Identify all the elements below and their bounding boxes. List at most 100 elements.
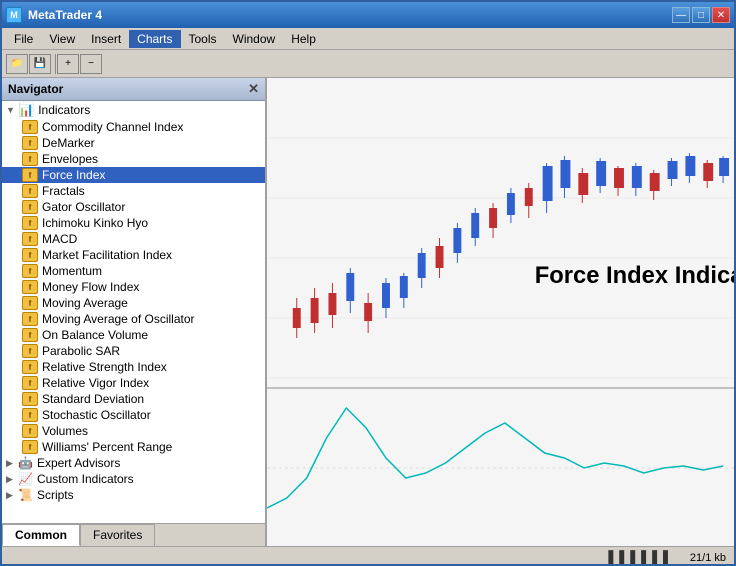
indicator-icon: f bbox=[22, 168, 38, 182]
nav-indicators-section[interactable]: ▼ 📊 Indicators bbox=[2, 101, 265, 119]
list-item[interactable]: f Moving Average bbox=[2, 295, 265, 311]
menu-charts[interactable]: Charts bbox=[129, 30, 180, 48]
list-item[interactable]: f Fractals bbox=[2, 183, 265, 199]
indicator-icon: f bbox=[22, 216, 38, 230]
indicators-label: Indicators bbox=[38, 103, 90, 117]
nav-expert-advisors[interactable]: ▶ 🤖 Expert Advisors bbox=[2, 455, 265, 471]
list-item[interactable]: f Relative Strength Index bbox=[2, 359, 265, 375]
main-layout: Navigator ✕ ▼ 📊 Indicators f Commodity C… bbox=[2, 78, 734, 546]
scripts-icon: 📜 bbox=[18, 488, 33, 502]
maximize-button[interactable]: □ bbox=[692, 7, 710, 23]
list-item[interactable]: f Ichimoku Kinko Hyo bbox=[2, 215, 265, 231]
navigator-close-button[interactable]: ✕ bbox=[248, 81, 259, 97]
ci-expand-icon[interactable]: ▶ bbox=[6, 474, 18, 485]
indicator-label: Commodity Channel Index bbox=[42, 120, 183, 134]
list-item[interactable]: f Standard Deviation bbox=[2, 391, 265, 407]
list-item[interactable]: f Volumes bbox=[2, 423, 265, 439]
list-item[interactable]: f Market Facilitation Index bbox=[2, 247, 265, 263]
title-bar-controls: — □ ✕ bbox=[672, 7, 730, 23]
indicator-label: Money Flow Index bbox=[42, 280, 139, 294]
list-item[interactable]: f DeMarker bbox=[2, 135, 265, 151]
indicator-icon: f bbox=[22, 312, 38, 326]
indicator-icon: f bbox=[22, 376, 38, 390]
indicator-label: Parabolic SAR bbox=[42, 344, 120, 358]
menu-insert[interactable]: Insert bbox=[83, 30, 129, 48]
navigator-header: Navigator ✕ bbox=[2, 78, 265, 101]
indicator-icon: f bbox=[22, 264, 38, 278]
list-item[interactable]: f MACD bbox=[2, 231, 265, 247]
indicator-label: Force Index bbox=[42, 168, 105, 182]
indicator-icon: f bbox=[22, 184, 38, 198]
navigator-panel: Navigator ✕ ▼ 📊 Indicators f Commodity C… bbox=[2, 78, 267, 546]
indicator-label: Market Facilitation Index bbox=[42, 248, 172, 262]
minimize-button[interactable]: — bbox=[672, 7, 690, 23]
indicator-label: MACD bbox=[42, 232, 77, 246]
indicator-label: Relative Vigor Index bbox=[42, 376, 149, 390]
indicator-icon: f bbox=[22, 408, 38, 422]
indicator-label: Relative Strength Index bbox=[42, 360, 167, 374]
list-item[interactable]: f Moving Average of Oscillator bbox=[2, 311, 265, 327]
force-index-label: Force Index Indicator bbox=[535, 262, 734, 289]
menu-window[interactable]: Window bbox=[225, 30, 284, 48]
tab-favorites[interactable]: Favorites bbox=[80, 524, 155, 546]
indicator-icon: f bbox=[22, 136, 38, 150]
indicator-icon: f bbox=[22, 248, 38, 262]
title-bar-left: M MetaTrader 4 bbox=[6, 7, 102, 23]
indicator-icon: f bbox=[22, 440, 38, 454]
list-item[interactable]: f Relative Vigor Index bbox=[2, 375, 265, 391]
close-button[interactable]: ✕ bbox=[712, 7, 730, 23]
list-item[interactable]: f Envelopes bbox=[2, 151, 265, 167]
ci-label: Custom Indicators bbox=[37, 472, 134, 486]
indicator-label: Gator Oscillator bbox=[42, 200, 125, 214]
indicator-label: Volumes bbox=[42, 424, 88, 438]
indicator-label: Envelopes bbox=[42, 152, 98, 166]
list-item[interactable]: f Stochastic Oscillator bbox=[2, 407, 265, 423]
indicator-label: Standard Deviation bbox=[42, 392, 144, 406]
menu-file[interactable]: File bbox=[6, 30, 41, 48]
navigator-title: Navigator bbox=[8, 82, 63, 96]
list-item-force-index[interactable]: f Force Index bbox=[2, 167, 265, 183]
toolbar-btn-4[interactable]: − bbox=[80, 54, 102, 74]
nav-custom-indicators[interactable]: ▶ 📈 Custom Indicators bbox=[2, 471, 265, 487]
navigator-tabs: Common Favorites bbox=[2, 523, 265, 546]
toolbar-sep-1 bbox=[52, 54, 56, 74]
tab-common[interactable]: Common bbox=[2, 524, 80, 546]
menu-help[interactable]: Help bbox=[283, 30, 324, 48]
indicator-label: Williams' Percent Range bbox=[42, 440, 172, 454]
scripts-expand-icon[interactable]: ▶ bbox=[6, 490, 18, 501]
indicator-icon: f bbox=[22, 152, 38, 166]
menu-view[interactable]: View bbox=[41, 30, 83, 48]
list-item[interactable]: f Parabolic SAR bbox=[2, 343, 265, 359]
indicator-icon: f bbox=[22, 328, 38, 342]
list-item[interactable]: f On Balance Volume bbox=[2, 327, 265, 343]
indicators-folder-icon: 📊 bbox=[18, 102, 34, 118]
menu-tools[interactable]: Tools bbox=[181, 30, 225, 48]
indicators-expand-icon[interactable]: ▼ bbox=[6, 105, 18, 115]
indicator-icon: f bbox=[22, 424, 38, 438]
indicator-icon: f bbox=[22, 280, 38, 294]
list-item[interactable]: f Williams' Percent Range bbox=[2, 439, 265, 455]
list-item[interactable]: f Money Flow Index bbox=[2, 279, 265, 295]
toolbar-btn-1[interactable]: 📁 bbox=[6, 54, 28, 74]
indicator-icon: f bbox=[22, 344, 38, 358]
indicator-label: Momentum bbox=[42, 264, 102, 278]
title-bar-text: MetaTrader 4 bbox=[28, 8, 102, 22]
chart-area: Force Index Indicator bbox=[267, 78, 734, 546]
app-window: M MetaTrader 4 — □ ✕ File View Insert Ch… bbox=[0, 0, 736, 566]
list-item[interactable]: f Gator Oscillator bbox=[2, 199, 265, 215]
indicator-icon: f bbox=[22, 232, 38, 246]
scripts-label: Scripts bbox=[37, 488, 74, 502]
toolbar-btn-3[interactable]: + bbox=[57, 54, 79, 74]
nav-scripts[interactable]: ▶ 📜 Scripts bbox=[2, 487, 265, 503]
indicator-label: Moving Average bbox=[42, 296, 128, 310]
ea-expand-icon[interactable]: ▶ bbox=[6, 458, 18, 469]
navigator-content[interactable]: ▼ 📊 Indicators f Commodity Channel Index… bbox=[2, 101, 265, 523]
title-bar: M MetaTrader 4 — □ ✕ bbox=[2, 2, 734, 28]
indicator-label: Moving Average of Oscillator bbox=[42, 312, 195, 326]
status-info: 21/1 kb bbox=[690, 552, 726, 564]
list-item[interactable]: f Commodity Channel Index bbox=[2, 119, 265, 135]
status-bar: ▌▌▌▌▌▌ 21/1 kb bbox=[2, 546, 734, 566]
ea-label: Expert Advisors bbox=[37, 456, 120, 470]
list-item[interactable]: f Momentum bbox=[2, 263, 265, 279]
toolbar-btn-2[interactable]: 💾 bbox=[29, 54, 51, 74]
